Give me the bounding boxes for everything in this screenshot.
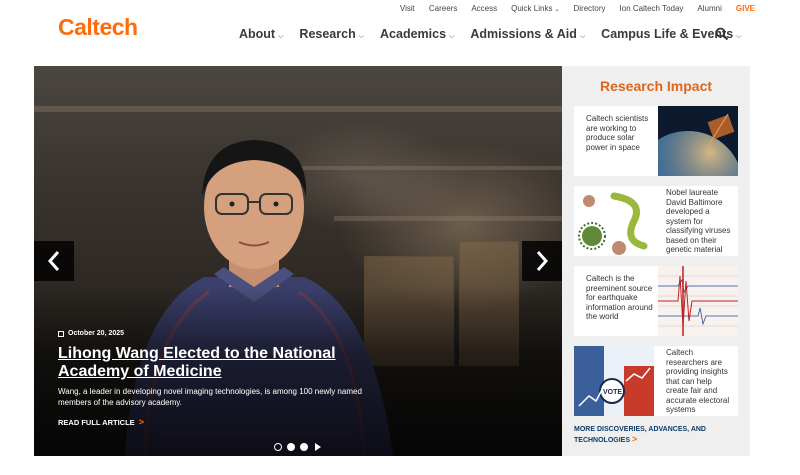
research-card-text: Caltech is the preeminent source for ear…	[586, 274, 653, 321]
utility-link-caltech-today[interactable]: Ion Caltech Today	[613, 4, 691, 13]
virus-illustration-image	[574, 186, 654, 256]
solar-satellite-image	[658, 106, 738, 176]
chevron-down-icon: ⌵	[449, 33, 455, 40]
more-discoveries-label: MORE DISCOVERIES, ADVANCES, AND TECHNOLO…	[574, 426, 706, 444]
chevron-down-icon: ⌵	[358, 33, 365, 40]
research-card-solar[interactable]: Caltech scientists are working to produc…	[574, 106, 738, 176]
caltech-logo[interactable]: Caltech	[58, 14, 138, 41]
research-card-viruses[interactable]: Nobel laureate David Baltimore developed…	[574, 186, 738, 256]
search-icon[interactable]	[715, 27, 729, 41]
utility-link-alumni[interactable]: Alumni	[690, 4, 728, 13]
article-date-text: October 20, 2025	[68, 330, 125, 337]
carousel-dot-2[interactable]	[287, 443, 295, 451]
research-impact-panel: Research Impact Caltech scientists are w…	[562, 66, 750, 456]
chevron-right-icon: >	[631, 433, 638, 444]
research-impact-title: Research Impact	[599, 78, 713, 94]
chevron-down-icon: ⌵	[278, 33, 284, 40]
carousel-dot-3[interactable]	[300, 443, 308, 451]
chevron-left-icon	[47, 251, 60, 271]
nav-item-about[interactable]: About ⌵	[239, 27, 283, 41]
carousel-prev-button[interactable]	[34, 241, 74, 281]
research-card-text: Caltech researchers are providing insigh…	[666, 348, 730, 414]
research-card-electoral[interactable]: VOTE Caltech researchers are providing i…	[574, 346, 738, 416]
chevron-down-icon: ⌄	[554, 7, 560, 13]
play-icon[interactable]	[315, 443, 321, 451]
seismograph-image	[658, 266, 738, 336]
nav-item-research[interactable]: Research ⌵	[299, 27, 364, 41]
utility-link-directory[interactable]: Directory	[567, 4, 613, 13]
utility-link-give[interactable]: GIVE	[729, 4, 755, 13]
read-full-article-link[interactable]: READ FULL ARTICLE >	[58, 417, 144, 427]
article-headline[interactable]: Lihong Wang Elected to the National Acad…	[58, 345, 388, 381]
utility-nav: Visit Careers Access Quick Links ⌄ Direct…	[393, 4, 755, 13]
calendar-icon	[58, 330, 64, 337]
chevron-right-icon	[536, 251, 549, 271]
more-discoveries-link[interactable]: MORE DISCOVERIES, ADVANCES, AND TECHNOLO…	[574, 425, 744, 445]
chevron-down-icon: ⌵	[579, 33, 586, 40]
utility-link-access[interactable]: Access	[464, 4, 504, 13]
utility-link-quick-links[interactable]: Quick Links ⌄	[504, 4, 566, 13]
main-nav: About ⌵ Research ⌵ Academics ⌵ Admissions &…	[239, 27, 757, 41]
nav-item-admissions[interactable]: Admissions & Aid ⌵	[470, 27, 585, 41]
chevron-right-icon: >	[138, 417, 145, 427]
carousel-dot-1[interactable]	[274, 443, 282, 451]
research-card-text: Caltech scientists are working to produc…	[586, 114, 649, 152]
article-summary: Wang, a leader in developing novel imagi…	[58, 387, 362, 407]
utility-link-careers[interactable]: Careers	[422, 4, 464, 13]
research-card-earthquake[interactable]: Caltech is the preeminent source for ear…	[574, 266, 738, 336]
read-full-article-label: READ FULL ARTICLE	[58, 418, 135, 427]
research-card-text: Nobel laureate David Baltimore developed…	[666, 188, 731, 254]
chevron-down-icon: ⌵	[736, 33, 742, 40]
article-date: October 20, 2025	[58, 330, 124, 337]
svg-text:VOTE: VOTE	[603, 389, 622, 396]
nav-item-academics[interactable]: Academics ⌵	[380, 27, 454, 41]
hero-carousel: October 20, 2025 Lihong Wang Elected to …	[34, 66, 562, 456]
carousel-next-button[interactable]	[522, 241, 562, 281]
vote-illustration-image: VOTE	[574, 346, 654, 416]
utility-link-visit[interactable]: Visit	[393, 4, 422, 13]
carousel-indicators	[274, 443, 321, 451]
